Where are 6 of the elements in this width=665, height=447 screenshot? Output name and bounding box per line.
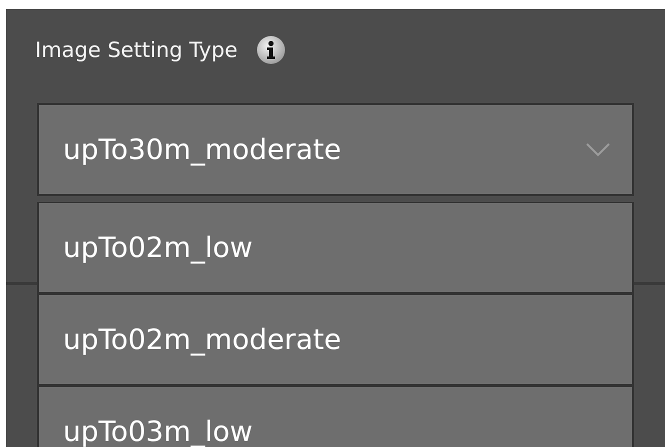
chevron-icon xyxy=(586,142,610,156)
info-icon[interactable] xyxy=(256,35,286,65)
dropdown-option[interactable]: upTo02m_low xyxy=(37,202,634,294)
dropdown-option[interactable]: upTo02m_moderate xyxy=(37,294,634,386)
dropdown-field[interactable]: upTo30m_moderate xyxy=(37,103,634,196)
setting-label: Image Setting Type xyxy=(35,38,238,62)
